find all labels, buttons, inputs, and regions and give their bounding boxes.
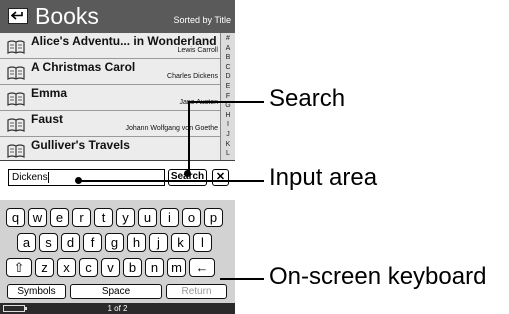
book-title: Gulliver's Travels (31, 138, 130, 152)
header-bar: Books Sorted by Title (0, 0, 235, 33)
keyboard-callout-line (220, 278, 264, 280)
input-area-callout-line (78, 180, 264, 182)
key-c[interactable]: c (79, 258, 98, 277)
back-button[interactable] (8, 8, 28, 24)
key-e[interactable]: e (50, 208, 69, 227)
alphabet-index[interactable]: # A B C D E F G H I J K L (220, 33, 235, 160)
key-j[interactable]: j (149, 233, 168, 252)
key-d[interactable]: d (61, 233, 80, 252)
keyboard-callout-label: On-screen keyboard (269, 263, 487, 290)
alphabet-index-letter[interactable]: F (221, 92, 235, 101)
on-screen-keyboard: qwertyuiop asdfghjkl ⇧ z x c v b n m ← Symbols S… (0, 200, 235, 303)
key-o[interactable]: o (182, 208, 201, 227)
book-list-item[interactable]: EmmaJane Austen (0, 85, 220, 111)
key-w[interactable]: w (28, 208, 47, 227)
alphabet-index-letter[interactable]: A (221, 44, 235, 53)
key-h[interactable]: h (127, 233, 146, 252)
alphabet-index-letter[interactable]: H (221, 111, 235, 120)
key-l[interactable]: l (193, 233, 212, 252)
key-q[interactable]: q (6, 208, 25, 227)
key-a[interactable]: a (17, 233, 36, 252)
search-callout-label: Search (269, 85, 346, 112)
book-title: A Christmas Carol (31, 60, 136, 74)
book-icon (7, 92, 25, 106)
alphabet-index-letter[interactable]: E (221, 82, 235, 91)
book-author: Lewis Carroll (177, 47, 218, 54)
return-key[interactable]: Return (166, 284, 227, 299)
book-title: Alice's Adventu... in Wonderland (31, 34, 217, 48)
key-b[interactable]: b (123, 258, 142, 277)
close-search-button[interactable]: ✕ (212, 169, 229, 186)
search-input-value: Dickens (12, 172, 48, 183)
device-screen: Books Sorted by Title Alice's Adventu...… (0, 0, 235, 314)
book-icon (7, 118, 25, 132)
key-m[interactable]: m (167, 258, 186, 277)
key-u[interactable]: u (138, 208, 157, 227)
space-key[interactable]: Space (70, 284, 162, 299)
key-s[interactable]: s (39, 233, 58, 252)
book-list-item[interactable]: Faust Johann Wolfgang von Goethe (0, 111, 220, 137)
book-title: Faust (31, 112, 64, 126)
key-r[interactable]: r (72, 208, 91, 227)
book-list-item[interactable]: Alice's Adventu... in Wonderland Lewis Ca… (0, 33, 220, 59)
alphabet-index-letter[interactable]: C (221, 63, 235, 72)
sort-label[interactable]: Sorted by Title (173, 15, 231, 25)
key-i[interactable]: i (160, 208, 179, 227)
key-p[interactable]: p (204, 208, 223, 227)
book-list-item[interactable]: A Christmas Carol Charles Dickens (0, 59, 220, 85)
book-author: Charles Dickens (167, 73, 218, 80)
book-author: Johann Wolfgang von Goethe (125, 125, 219, 132)
search-input[interactable]: Dickens (8, 169, 165, 186)
key-x[interactable]: x (57, 258, 76, 277)
key-t[interactable]: t (94, 208, 113, 227)
search-callout-line (188, 102, 190, 174)
book-title: Emma (31, 86, 68, 100)
alphabet-index-letter[interactable]: D (221, 72, 235, 81)
alphabet-index-letter[interactable]: # (221, 34, 235, 43)
key-v[interactable]: v (101, 258, 120, 277)
alphabet-index-letter[interactable]: J (221, 130, 235, 139)
key-n[interactable]: n (145, 258, 164, 277)
alphabet-index-letter[interactable]: I (221, 120, 235, 129)
text-caret (48, 172, 49, 183)
page-title: Books (35, 3, 99, 29)
alphabet-index-letter[interactable]: K (221, 140, 235, 149)
book-list: Alice's Adventu... in Wonderland Lewis Ca… (0, 33, 220, 160)
book-list-item[interactable]: Gulliver's Travels (0, 137, 220, 160)
key-y[interactable]: y (116, 208, 135, 227)
search-callout-line-h (188, 101, 264, 103)
key-g[interactable]: g (105, 233, 124, 252)
book-icon (7, 144, 25, 158)
key-z[interactable]: z (35, 258, 54, 277)
back-arrow-icon (11, 11, 23, 20)
page-indicator: 1 of 2 (107, 304, 128, 313)
alphabet-index-letter[interactable]: L (221, 149, 235, 158)
input-area-callout-label: Input area (269, 164, 378, 191)
alphabet-index-letter[interactable]: B (221, 53, 235, 62)
key-k[interactable]: k (171, 233, 190, 252)
status-bar: 1 of 2 (0, 303, 235, 314)
key-f[interactable]: f (83, 233, 102, 252)
key-shift[interactable]: ⇧ (6, 258, 32, 277)
symbols-key[interactable]: Symbols (7, 284, 66, 299)
book-icon (7, 66, 25, 80)
book-icon (7, 40, 25, 54)
key-backspace[interactable]: ← (189, 258, 215, 277)
